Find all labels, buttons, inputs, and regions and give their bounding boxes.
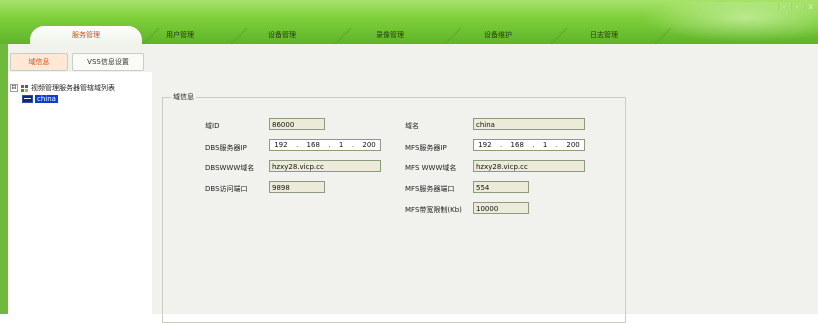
mfs-ip-field[interactable]: 192. 168. 1. 200: [473, 139, 585, 151]
domain-id-label: 域ID: [205, 122, 220, 130]
collapse-icon[interactable]: ⊟: [10, 84, 18, 92]
sub-tab-strip: 域信息 VSS信息设置: [0, 44, 818, 72]
mfs-bandwidth-field[interactable]: 10000: [473, 202, 529, 214]
mfs-port-field[interactable]: 554: [473, 181, 529, 193]
main-tab-strip: 服务管理 用户管理 设备管理 录像管理 设备维护 日志管理: [0, 26, 818, 44]
subtab-label: 域信息: [28, 58, 50, 66]
mfs-bandwidth-label: MFS带宽限制(Kb): [405, 206, 462, 214]
domain-info-panel: 域信息 域ID 86000 域名 china DBS服务器IP 192. 168…: [152, 72, 818, 323]
tab-separator: [330, 28, 356, 44]
tab-label: 用户管理: [166, 31, 194, 39]
left-frame-border: [0, 44, 8, 314]
server-tree-icon: [21, 84, 28, 92]
tree-root-label: 视频管理服务器管辖域列表: [31, 84, 115, 92]
tab-label: 设备维护: [484, 31, 512, 39]
ip-octet: 168: [510, 141, 524, 149]
tab-log-management[interactable]: 日志管理: [574, 26, 634, 44]
domain-name-field[interactable]: china: [473, 118, 585, 130]
mfs-ip-label: MFS服务器IP: [405, 144, 447, 152]
dbs-ip-field[interactable]: 192. 168. 1. 200: [269, 139, 381, 151]
tab-device-maintenance[interactable]: 设备维护: [468, 26, 528, 44]
subtab-label: VSS信息设置: [87, 58, 129, 66]
tree-root-row[interactable]: ⊟ 视频管理服务器管辖域列表: [10, 83, 115, 93]
domain-tree: ⊟ 视频管理服务器管辖域列表 china: [8, 72, 153, 314]
domain-node-icon: [22, 95, 33, 103]
subtab-vss-settings[interactable]: VSS信息设置: [72, 53, 144, 71]
ip-octet: 168: [306, 141, 320, 149]
minimize-button[interactable]: -: [778, 3, 788, 11]
mfs-port-label: MFS服务器端口: [405, 185, 455, 193]
ip-octet: 200: [566, 141, 580, 149]
dbs-port-label: DBS访问端口: [205, 185, 248, 193]
tab-label: 日志管理: [590, 31, 618, 39]
ip-dot: .: [499, 141, 503, 149]
ip-dot: .: [532, 141, 535, 149]
tab-separator: [650, 28, 676, 44]
tab-user-management[interactable]: 用户管理: [150, 26, 210, 44]
domain-id-field[interactable]: 86000: [269, 118, 325, 130]
domain-name-label: 域名: [405, 122, 419, 130]
close-button[interactable]: x: [804, 3, 816, 11]
ip-dot: .: [328, 141, 331, 149]
ip-dot: .: [351, 141, 354, 149]
tab-service-management[interactable]: 服务管理: [30, 26, 142, 44]
dbs-www-field[interactable]: hzxy28.vicp.cc: [269, 160, 381, 172]
ip-dot: .: [555, 141, 558, 149]
tree-node-label: china: [35, 95, 58, 103]
domain-info-group: 域信息 域ID 86000 域名 china DBS服务器IP 192. 168…: [162, 92, 626, 323]
mfs-www-field[interactable]: hzxy28.vicp.cc: [473, 160, 585, 172]
tree-node-china[interactable]: china: [22, 95, 58, 103]
ip-octet: 1: [338, 141, 344, 149]
dbs-port-field[interactable]: 9898: [269, 181, 325, 193]
tab-label: 服务管理: [72, 31, 100, 39]
tab-label: 设备管理: [268, 31, 296, 39]
tab-separator: [546, 28, 572, 44]
ip-octet: 192: [274, 141, 288, 149]
tab-separator: [226, 28, 252, 44]
group-title: 域信息: [171, 92, 196, 102]
mfs-www-label: MFS WWW域名: [405, 164, 457, 172]
window-controls: - - x: [778, 3, 816, 11]
tab-label: 录像管理: [376, 31, 404, 39]
dbs-ip-label: DBS服务器IP: [205, 144, 247, 152]
ip-dot: .: [295, 141, 299, 149]
tab-recording-management[interactable]: 录像管理: [360, 26, 420, 44]
tab-separator: [440, 28, 466, 44]
ip-octet: 200: [362, 141, 376, 149]
restore-button[interactable]: -: [791, 3, 801, 11]
ip-octet: 1: [542, 141, 548, 149]
dbs-www-label: DBSWWW域名: [205, 164, 255, 172]
subtab-domain-info[interactable]: 域信息: [10, 53, 68, 71]
ip-octet: 192: [478, 141, 492, 149]
tab-device-management[interactable]: 设备管理: [252, 26, 312, 44]
